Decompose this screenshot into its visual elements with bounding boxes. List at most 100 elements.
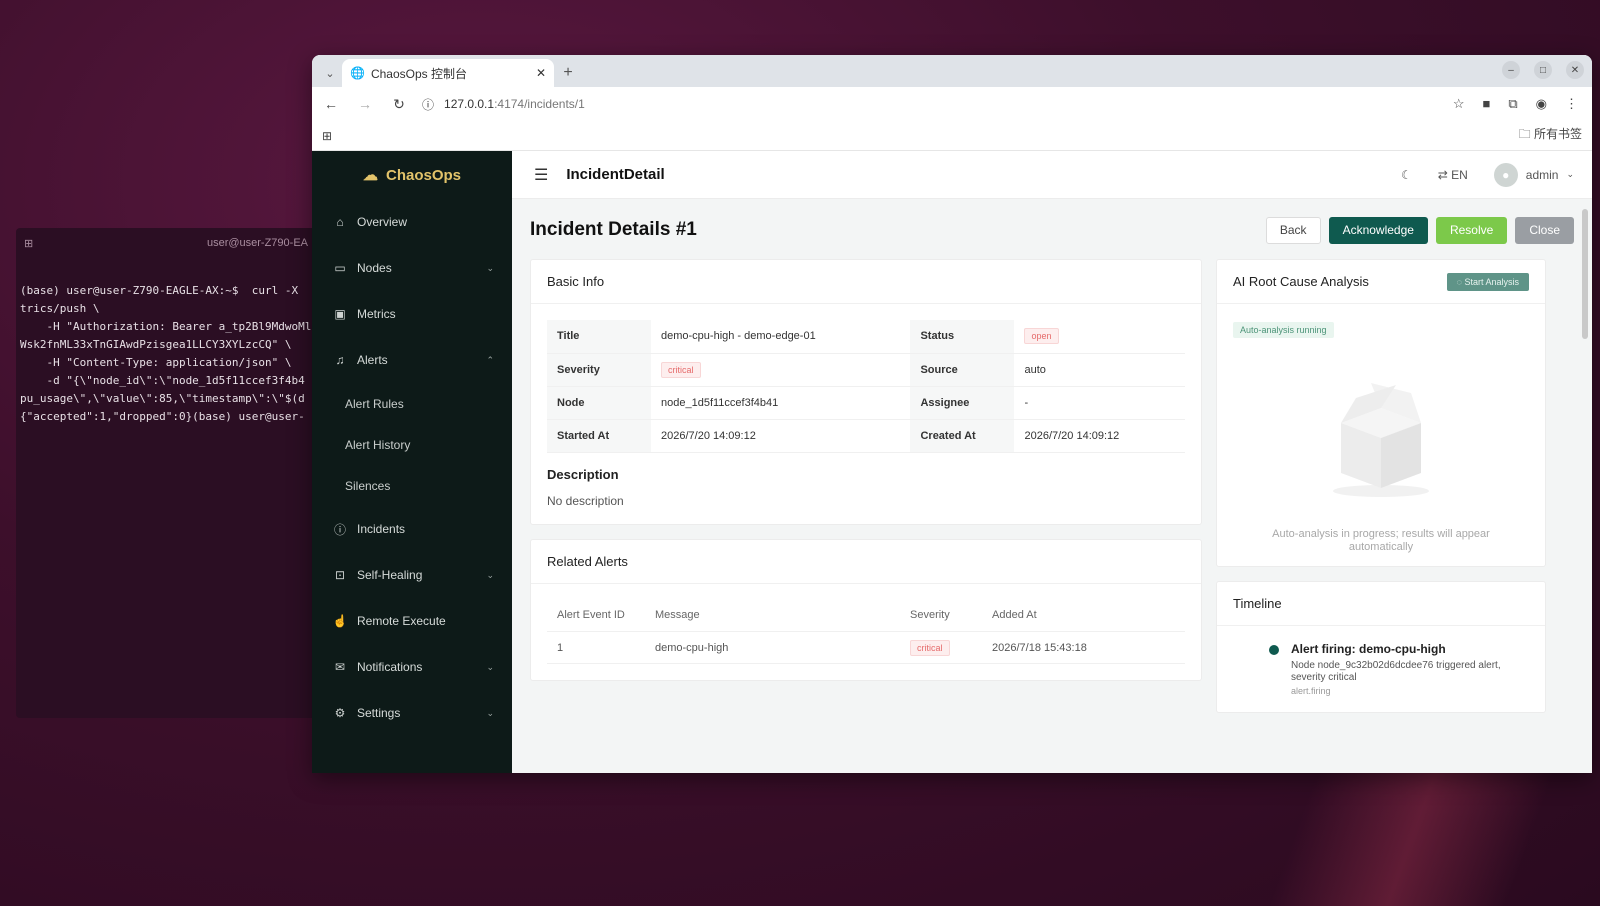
- chevron-down-icon: ⌄: [486, 262, 494, 273]
- maximize-icon[interactable]: □: [1534, 61, 1552, 79]
- language-switch[interactable]: ⇄ EN: [1438, 168, 1468, 182]
- translate-icon: ⇄: [1437, 167, 1452, 182]
- forward-arrow-icon[interactable]: →: [354, 96, 376, 112]
- user-menu[interactable]: ● admin ⌄: [1493, 162, 1574, 187]
- browser-menu-icon[interactable]: ⋮: [1565, 96, 1578, 112]
- sidebar: ☁ ChaosOps ⌂ Overview ▭ Nodes ⌄ ▣ Metric…: [312, 151, 512, 773]
- chevron-down-icon: ⌄: [486, 707, 494, 718]
- pointer-icon: ☝: [332, 614, 348, 628]
- new-tab-icon[interactable]: +: [554, 59, 582, 87]
- dark-mode-icon[interactable]: ☾: [1401, 168, 1412, 182]
- profile-icon[interactable]: ◉: [1536, 96, 1547, 112]
- sidebar-item-label: Metrics: [357, 307, 396, 321]
- sidebar-item-overview[interactable]: ⌂ Overview: [312, 199, 512, 245]
- bookmarks-bar: ⊞ 🗀 所有书签: [312, 121, 1592, 151]
- field-label: Status: [910, 320, 1015, 354]
- app-root: ☁ ChaosOps ⌂ Overview ▭ Nodes ⌄ ▣ Metric…: [312, 151, 1592, 773]
- avatar: ●: [1493, 162, 1518, 187]
- terminal-output: (base) user@user-Z790-EAGLE-AX:~$ curl -…: [16, 258, 316, 468]
- related-alerts-table: Alert Event ID Message Severity Added At…: [547, 599, 1185, 664]
- card-title: AI Root Cause Analysis: [1233, 274, 1369, 289]
- window-close-icon[interactable]: ✕: [1566, 61, 1584, 79]
- terminal-line: (base) user@user-Z790-EAGLE-AX:~$ curl -…: [20, 284, 299, 297]
- language-label: EN: [1451, 167, 1468, 182]
- sidebar-item-incidents[interactable]: ⓘ Incidents: [312, 506, 512, 552]
- sidebar-item-label: Nodes: [357, 261, 392, 275]
- browser-tab[interactable]: 🌐 ChaosOps 控制台 ✕: [342, 59, 554, 87]
- chevron-up-icon: ⌃: [486, 354, 494, 365]
- alert-added-at: 2026/7/18 15:43:18: [982, 631, 1185, 664]
- table-row[interactable]: 1 demo-cpu-high critical 2026/7/18 15:43…: [547, 631, 1185, 664]
- back-arrow-icon[interactable]: ←: [320, 96, 342, 112]
- column-header: Message: [645, 599, 900, 632]
- sidebar-item-metrics[interactable]: ▣ Metrics: [312, 291, 512, 337]
- chart-icon: ▣: [334, 307, 346, 321]
- timeline-card: Timeline Alert firing: demo-cpu-high Nod…: [1216, 581, 1546, 713]
- browser-window: ⌄ 🌐 ChaosOps 控制台 ✕ + – □ ✕ ← → ↻ ⓘ 127.0…: [312, 55, 1592, 773]
- bookmark-star-icon[interactable]: ☆: [1453, 96, 1465, 112]
- column-header: Severity: [900, 599, 982, 632]
- resolve-button[interactable]: Resolve: [1435, 216, 1508, 244]
- field-label: Created At: [910, 419, 1015, 453]
- sidebar-item-alert-history[interactable]: Alert History: [312, 424, 512, 465]
- sidebar-item-alert-rules[interactable]: Alert Rules: [312, 383, 512, 424]
- site-info-icon[interactable]: ⓘ: [422, 96, 434, 113]
- minimize-icon[interactable]: –: [1502, 61, 1520, 79]
- globe-icon: 🌐: [350, 66, 365, 80]
- timeline-item-title: Alert firing: demo-cpu-high: [1291, 642, 1446, 656]
- menu-toggle-icon[interactable]: ☰: [534, 165, 548, 185]
- sidebar-item-label: Notifications: [357, 660, 423, 674]
- chevron-down-icon: ⌄: [486, 661, 494, 672]
- sidebar-item-nodes[interactable]: ▭ Nodes ⌄: [312, 245, 512, 291]
- apps-grid-icon[interactable]: ⊞: [322, 129, 332, 143]
- reload-icon[interactable]: ↻: [388, 96, 410, 113]
- terminal-line: -H "Content-Type: application/json" \: [20, 356, 292, 369]
- address-bar: ← → ↻ ⓘ 127.0.0.1:4174/incidents/1 ☆ ■ ⧉…: [312, 87, 1592, 121]
- field-label: Title: [547, 320, 651, 354]
- brand-name: ChaosOps: [385, 166, 461, 184]
- back-button[interactable]: Back: [1265, 216, 1321, 244]
- start-analysis-button[interactable]: ◌ Start Analysis: [1446, 272, 1529, 291]
- tab-bar: ⌄ 🌐 ChaosOps 控制台 ✕ + – □ ✕: [312, 55, 1592, 87]
- source-value: auto: [1014, 353, 1185, 387]
- related-alerts-card: Related Alerts Alert Event ID Message Se…: [530, 538, 1202, 681]
- sidebar-item-alerts[interactable]: ♫ Alerts ⌃: [312, 337, 512, 383]
- terminal-line: pu_usage\",\"value\":85,\"timestamp\":\"…: [20, 392, 305, 405]
- sidebar-item-label: Incidents: [357, 522, 406, 536]
- sidebar-item-silences[interactable]: Silences: [312, 465, 512, 506]
- extensions-icon[interactable]: ⧉: [1508, 96, 1517, 112]
- all-bookmarks[interactable]: 🗀 所有书签: [1519, 125, 1582, 146]
- description-heading: Description: [547, 466, 619, 482]
- basic-info-table: Title demo-cpu-high - demo-edge-01 Statu…: [547, 320, 1185, 453]
- timeline-item: Alert firing: demo-cpu-high Node node_9c…: [1233, 642, 1529, 696]
- terminal-line: -d "{\"node_id\":\"node_1d5f11ccef3f4b4: [20, 374, 305, 387]
- topbar: ☰ IncidentDetail ☾ ⇄ EN ● admin ⌄: [512, 151, 1592, 199]
- tab-close-icon[interactable]: ✕: [536, 66, 546, 80]
- basic-info-card: Basic Info Title demo-cpu-high - demo-ed…: [530, 259, 1202, 525]
- brand[interactable]: ☁ ChaosOps: [312, 151, 512, 199]
- analysis-status-tag: Auto-analysis running: [1233, 322, 1334, 338]
- close-button[interactable]: Close: [1515, 216, 1574, 244]
- sidebar-item-label: Settings: [357, 706, 401, 720]
- title-value: demo-cpu-high - demo-edge-01: [651, 320, 911, 354]
- chevron-down-icon: ⌄: [486, 569, 494, 580]
- terminal-titlebar: ⊞ user@user-Z790-EA: [16, 228, 316, 258]
- terminal-menu-icon[interactable]: ⊞: [24, 237, 33, 250]
- url-host: 127.0.0.1: [444, 97, 495, 111]
- sidebar-item-settings[interactable]: ⚙ Settings ⌄: [312, 690, 512, 736]
- start-analysis-label: Start Analysis: [1464, 276, 1519, 287]
- severity-badge: critical: [661, 361, 701, 378]
- sidebar-item-self-healing[interactable]: ⊡ Self-Healing ⌄: [312, 552, 512, 598]
- terminal-title: user@user-Z790-EA: [206, 237, 308, 249]
- description-text: No description: [547, 493, 624, 508]
- scrollbar[interactable]: [1582, 209, 1588, 339]
- tab-list-icon[interactable]: ⌄: [318, 59, 342, 87]
- acknowledge-button[interactable]: Acknowledge: [1328, 216, 1428, 244]
- info-circle-icon: ⓘ: [333, 522, 346, 537]
- sidebar-item-notifications[interactable]: ✉ Notifications ⌄: [312, 644, 512, 690]
- gear-icon: ⚙: [334, 706, 346, 720]
- url-field[interactable]: ⓘ 127.0.0.1:4174/incidents/1: [422, 96, 1441, 113]
- extension-badge-icon[interactable]: ■: [1483, 96, 1491, 112]
- sidebar-item-remote-execute[interactable]: ☝ Remote Execute: [312, 598, 512, 644]
- field-label: Severity: [547, 353, 651, 387]
